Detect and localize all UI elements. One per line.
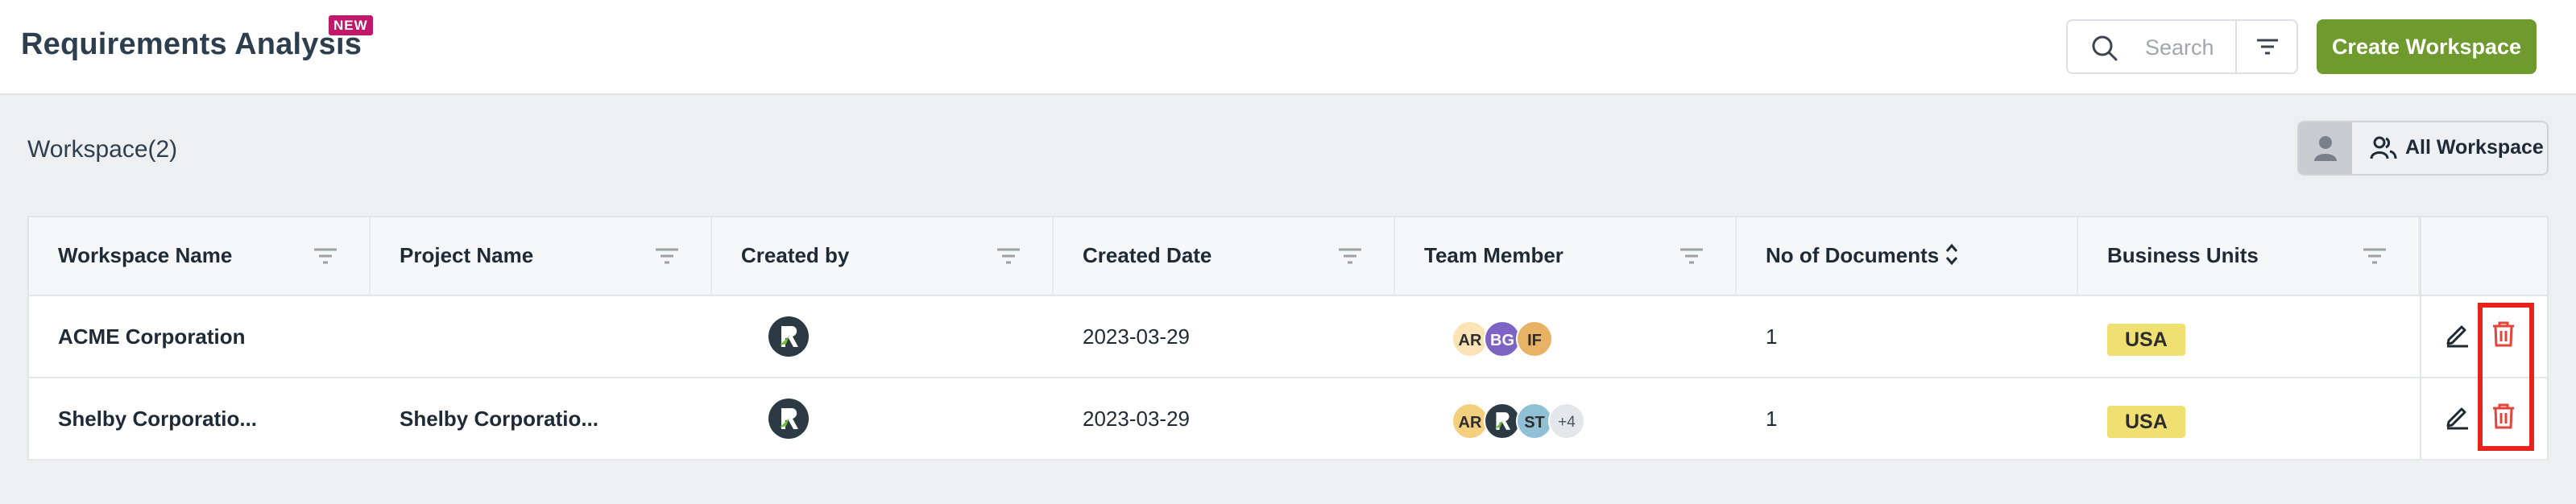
column-project-name: Project Name (371, 217, 712, 295)
documents-count-cell: 1 (1766, 324, 1778, 349)
project-name-cell: Shelby Corporatio... (400, 407, 599, 431)
more-members-badge[interactable]: +4 (1548, 403, 1585, 440)
new-badge: NEW (329, 15, 373, 35)
filter-button[interactable] (2235, 19, 2298, 74)
created-date-cell: 2023-03-29 (1083, 407, 1190, 431)
column-filter-icon[interactable] (654, 246, 680, 267)
my-workspace-toggle[interactable] (2299, 122, 2352, 174)
column-filter-icon[interactable] (2362, 246, 2388, 267)
column-label: Workspace Name (58, 243, 233, 267)
users-icon (2370, 136, 2397, 159)
filter-icon (2257, 39, 2278, 55)
workspace-table: Workspace Name Project Name Created by C… (27, 216, 2549, 461)
member-logo-icon (1494, 412, 1511, 430)
workspace-name-cell[interactable]: ACME Corporation (58, 296, 246, 377)
creator-avatar (768, 316, 809, 357)
creator-avatar (768, 399, 809, 439)
column-label: No of Documents (1766, 243, 1940, 267)
created-date-cell: 2023-03-29 (1083, 324, 1190, 349)
all-workspace-toggle[interactable]: All Workspace (2352, 122, 2547, 174)
column-created-by: Created by (712, 217, 1054, 295)
workspace-view-toggle[interactable]: All Workspace (2297, 121, 2549, 176)
column-team-member: Team Member (1395, 217, 1737, 295)
table-row[interactable]: ACME Corporation 2023-03-29 AR BG IF 1 U… (29, 296, 2547, 378)
table-header: Workspace Name Project Name Created by C… (29, 217, 2547, 296)
sort-icon[interactable] (1944, 242, 1959, 266)
creator-logo-icon (780, 408, 798, 429)
column-label: Team Member (1424, 243, 1563, 267)
create-workspace-button[interactable]: Create Workspace (2317, 19, 2537, 74)
top-header: Requirements Analysis NEW Create Workspa… (0, 0, 2576, 95)
workspace-name-cell[interactable]: Shelby Corporatio... (58, 378, 257, 459)
column-filter-icon[interactable] (1337, 246, 1363, 267)
column-label: Created by (741, 243, 850, 267)
documents-count-cell: 1 (1766, 407, 1778, 431)
column-filter-icon[interactable] (1679, 246, 1704, 267)
column-workspace-name: Workspace Name (29, 217, 371, 295)
team-avatar: IF (1516, 320, 1553, 357)
delete-actions-highlight (2478, 303, 2534, 451)
business-unit-badge: USA (2107, 324, 2185, 356)
user-icon (2314, 136, 2337, 161)
business-unit-badge: USA (2107, 406, 2185, 438)
column-filter-icon[interactable] (313, 246, 338, 267)
search-box[interactable] (2066, 19, 2237, 74)
workspace-count-title: Workspace(2) (27, 136, 178, 163)
column-no-of-documents[interactable]: No of Documents (1737, 217, 2078, 295)
column-created-date: Created Date (1054, 217, 1395, 295)
edit-icon[interactable] (2444, 403, 2471, 430)
column-label: Created Date (1083, 243, 1212, 267)
column-business-units: Business Units (2078, 217, 2420, 295)
page-title: Requirements Analysis (21, 27, 362, 61)
table-row[interactable]: Shelby Corporatio... Shelby Corporatio..… (29, 378, 2547, 461)
column-filter-icon[interactable] (996, 246, 1021, 267)
column-label: Business Units (2107, 243, 2259, 267)
search-icon (2092, 35, 2118, 61)
edit-icon[interactable] (2444, 320, 2471, 348)
all-workspace-label: All Workspace (2405, 136, 2544, 159)
column-label: Project Name (400, 243, 534, 267)
creator-logo-icon (780, 326, 798, 347)
search-input[interactable] (2145, 32, 2234, 63)
